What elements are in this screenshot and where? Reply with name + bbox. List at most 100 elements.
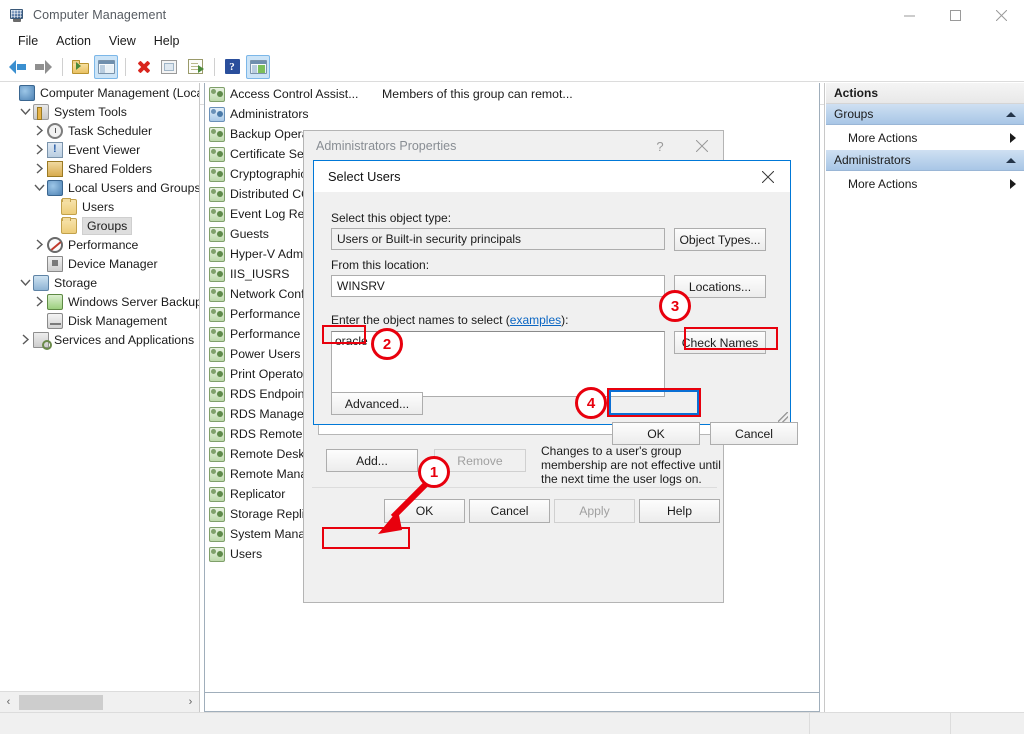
chevron-right-icon	[1010, 178, 1016, 189]
select-users-ok-button[interactable]: OK	[612, 422, 700, 445]
object-names-label: Enter the object names to select (exampl…	[331, 313, 568, 327]
tree-item-windows-server-backup[interactable]: Windows Server Backup	[0, 292, 199, 311]
tree-item-label: System Tools	[54, 104, 127, 119]
tree-item-users[interactable]: Users	[0, 197, 199, 216]
scroll-thumb[interactable]	[19, 694, 103, 710]
tree-item-event-viewer[interactable]: Event Viewer	[0, 140, 199, 159]
properties-ok-button[interactable]: OK	[384, 499, 465, 523]
add-button[interactable]: Add...	[326, 449, 418, 472]
tree-item-label: Windows Server Backup	[68, 294, 199, 309]
group-icon	[209, 166, 225, 182]
check-names-button[interactable]: Check Names	[674, 331, 766, 354]
tree-item-disk-management[interactable]: Disk Management	[0, 311, 199, 330]
minimize-icon[interactable]	[886, 0, 932, 30]
group-name: Access Control Assist...	[230, 87, 359, 101]
event-viewer-icon	[47, 141, 63, 158]
divider	[312, 487, 717, 488]
actions-group-header-groups[interactable]: Groups	[826, 104, 1024, 125]
chevron-right-icon[interactable]	[32, 239, 47, 250]
annotation-badge-2: 2	[371, 328, 403, 360]
show-hide-console-tree-icon[interactable]	[94, 54, 118, 79]
actions-item-label: More Actions	[848, 130, 918, 145]
tree-item-task-scheduler[interactable]: Task Scheduler	[0, 121, 199, 140]
group-icon	[209, 506, 225, 522]
location-field[interactable]: WINSRV	[331, 275, 665, 297]
properties-icon[interactable]	[157, 55, 181, 79]
tree-item-services-and-applications[interactable]: Services and Applications	[0, 330, 199, 350]
scroll-track[interactable]	[17, 692, 182, 712]
resize-grip-icon[interactable]	[778, 412, 788, 422]
computer-management-window: Computer Management File Action View Hel…	[0, 0, 1024, 734]
object-names-label-prefix: Enter the object names to select (	[331, 313, 510, 327]
group-icon	[209, 86, 225, 102]
chevron-right-icon	[1010, 132, 1016, 143]
up-one-level-icon[interactable]	[68, 55, 92, 79]
chevron-right-icon[interactable]	[32, 144, 47, 155]
list-horizontal-scrollbar[interactable]	[204, 693, 820, 712]
tree-item-performance[interactable]: Performance	[0, 235, 199, 254]
menu-view[interactable]: View	[100, 32, 145, 50]
select-users-dialog: Select Users Select this object type: Us…	[313, 160, 798, 445]
performance-icon	[47, 236, 63, 253]
help-question-icon[interactable]: ?	[639, 132, 681, 161]
chevron-right-icon[interactable]	[18, 334, 33, 345]
show-hide-action-pane-icon[interactable]	[246, 54, 270, 79]
chevron-right-icon[interactable]	[32, 163, 47, 174]
group-icon	[209, 226, 225, 242]
properties-cancel-button[interactable]: Cancel	[469, 499, 550, 523]
menu-file[interactable]: File	[9, 32, 47, 50]
locations-button[interactable]: Locations...	[674, 275, 766, 298]
tree-item-system-tools[interactable]: System Tools	[0, 102, 199, 121]
properties-close-icon[interactable]	[681, 132, 723, 161]
chevron-right-icon[interactable]	[32, 125, 47, 136]
object-names-value: oracle	[335, 334, 368, 348]
group-icon	[209, 486, 225, 502]
export-list-icon[interactable]	[183, 55, 207, 79]
annotation-badge-3: 3	[659, 290, 691, 322]
menu-help[interactable]: Help	[145, 32, 189, 50]
actions-group-header-administrators[interactable]: Administrators	[826, 150, 1024, 171]
delete-icon[interactable]	[131, 55, 155, 79]
maximize-icon[interactable]	[932, 0, 978, 30]
select-users-cancel-button[interactable]: Cancel	[710, 422, 798, 445]
chevron-down-icon[interactable]	[32, 183, 47, 192]
tree-item-label: Event Viewer	[68, 142, 141, 157]
actions-more-actions-administrators[interactable]: More Actions	[826, 171, 1024, 196]
device-manager-icon	[47, 255, 63, 272]
group-icon	[209, 286, 225, 302]
examples-link[interactable]: examples	[510, 313, 561, 327]
chevron-right-icon[interactable]	[32, 296, 47, 307]
actions-more-actions-groups[interactable]: More Actions	[826, 125, 1024, 150]
menu-action[interactable]: Action	[47, 32, 100, 50]
tree-item-computer-management-local[interactable]: Computer Management (Local	[0, 83, 199, 102]
tree-item-label: Performance	[68, 237, 139, 252]
scroll-left-icon[interactable]: ‹	[0, 693, 17, 712]
table-row[interactable]: Access Control Assist... Members of this …	[205, 84, 819, 104]
object-type-field[interactable]: Users or Built-in security principals	[331, 228, 665, 250]
tree-item-label: Storage	[54, 275, 98, 290]
tree-item-device-manager[interactable]: Device Manager	[0, 254, 199, 273]
scroll-right-icon[interactable]: ›	[182, 693, 199, 712]
tree-item-storage[interactable]: Storage	[0, 273, 199, 292]
tree-item-label: Services and Applications	[54, 332, 195, 347]
table-row[interactable]: Administrators	[205, 104, 819, 124]
toolbar-separator	[214, 57, 215, 76]
chevron-down-icon[interactable]	[18, 107, 33, 116]
properties-help-button[interactable]: Help	[639, 499, 720, 523]
tree-item-local-users-and-groups[interactable]: Local Users and Groups	[0, 178, 199, 197]
chevron-down-icon[interactable]	[18, 278, 33, 287]
back-icon[interactable]	[5, 55, 29, 79]
object-types-button[interactable]: Object Types...	[674, 228, 766, 251]
advanced-button[interactable]: Advanced...	[331, 392, 423, 415]
shared-folders-icon	[47, 160, 63, 177]
chevron-up-icon[interactable]	[1006, 157, 1016, 163]
tree-horizontal-scrollbar[interactable]: ‹ ›	[0, 691, 199, 712]
help-icon[interactable]: ?	[220, 55, 244, 79]
chevron-up-icon[interactable]	[1006, 111, 1016, 117]
forward-icon[interactable]	[31, 55, 55, 79]
select-users-body: Select this object type: Users or Built-…	[314, 192, 798, 445]
tree-item-groups[interactable]: Groups	[0, 216, 199, 235]
select-users-close-icon[interactable]	[746, 162, 790, 192]
close-icon[interactable]	[978, 0, 1024, 30]
tree-item-shared-folders[interactable]: Shared Folders	[0, 159, 199, 178]
